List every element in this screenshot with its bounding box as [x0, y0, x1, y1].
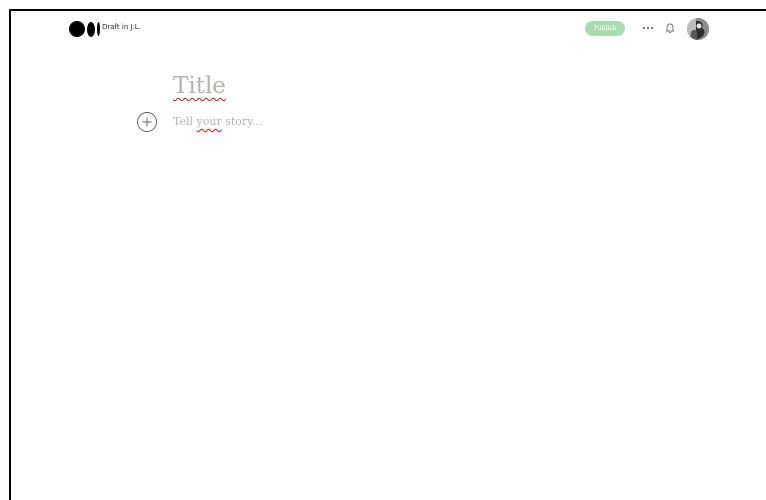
medium-logo-icon[interactable] [69, 21, 100, 37]
publish-button[interactable]: Publish [585, 21, 625, 36]
story-placeholder[interactable]: Tell your story... [173, 115, 262, 128]
story-word-your: your [196, 115, 222, 128]
user-avatar[interactable] [687, 18, 709, 40]
story-word-story: story... [225, 115, 263, 128]
logo-large-circle [69, 21, 85, 37]
logo-medium-ellipse [87, 21, 95, 37]
browser-viewport: Draft in J.L. Publish Title Tell your st… [9, 9, 766, 500]
plus-circle-icon [137, 112, 157, 132]
bell-icon[interactable] [664, 20, 676, 36]
story-word-tell: Tell [173, 115, 194, 128]
more-dots-icon[interactable] [642, 20, 654, 36]
draft-status-label: Draft in J.L. [102, 23, 141, 31]
avatar-image [687, 18, 709, 40]
logo-small-ellipse [97, 22, 100, 36]
title-placeholder[interactable]: Title [173, 73, 226, 99]
add-content-button[interactable] [136, 111, 158, 133]
top-bar: Draft in J.L. Publish [11, 11, 766, 49]
